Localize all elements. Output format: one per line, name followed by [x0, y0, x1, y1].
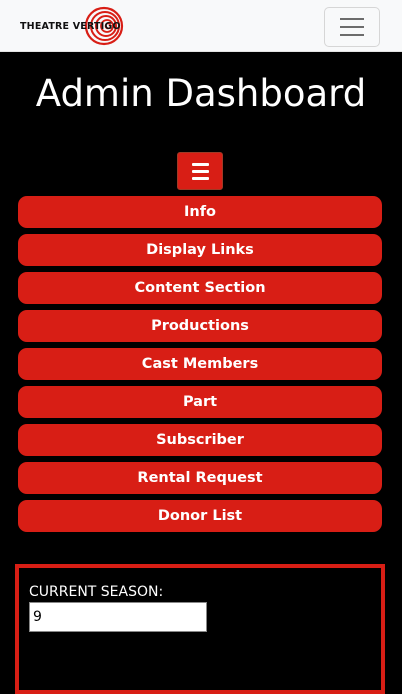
page-title: Admin Dashboard: [35, 72, 367, 115]
nav-item-cast-members[interactable]: Cast Members: [18, 348, 382, 380]
current-season-panel: CURRENT SEASON:: [15, 564, 385, 694]
nav-item-productions[interactable]: Productions: [18, 310, 382, 342]
hamburger-icon: [340, 18, 364, 20]
nav-item-display-links[interactable]: Display Links: [18, 234, 382, 266]
brand-logo[interactable]: THEATRE VERTIGO: [20, 6, 124, 46]
hamburger-icon: [191, 162, 209, 166]
admin-nav-list: Info Display Links Content Section Produ…: [18, 196, 382, 538]
nav-item-info[interactable]: Info: [18, 196, 382, 228]
current-season-label: CURRENT SEASON:: [29, 584, 164, 600]
top-navbar: THEATRE VERTIGO: [0, 0, 402, 52]
nav-item-part[interactable]: Part: [18, 386, 382, 418]
navbar-toggle-button[interactable]: [324, 7, 380, 47]
nav-item-subscriber[interactable]: Subscriber: [18, 424, 382, 456]
nav-item-donor-list[interactable]: Donor List: [18, 500, 382, 532]
brand-name: THEATRE VERTIGO: [20, 20, 121, 32]
sidebar-toggle-button[interactable]: [177, 152, 223, 190]
nav-item-content-section[interactable]: Content Section: [18, 272, 382, 304]
current-season-input[interactable]: [29, 602, 207, 632]
nav-item-rental-request[interactable]: Rental Request: [18, 462, 382, 494]
